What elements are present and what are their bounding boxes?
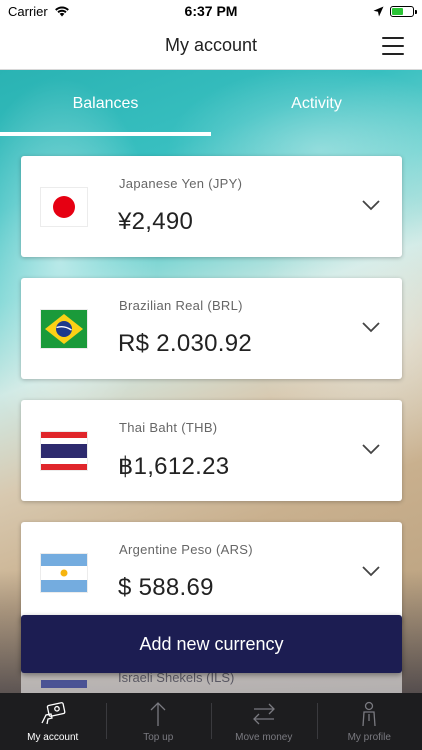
tab-balances[interactable]: Balances bbox=[0, 70, 211, 136]
currency-card-ars[interactable]: Argentine Peso (ARS) $ 588.69 bbox=[21, 522, 402, 623]
japan-flag-icon bbox=[41, 188, 87, 226]
status-time: 6:37 PM bbox=[184, 3, 238, 19]
chevron-down-icon[interactable] bbox=[362, 566, 380, 577]
chevron-down-icon[interactable] bbox=[362, 200, 380, 211]
tab-label: My profile bbox=[347, 732, 391, 743]
wallet-icon bbox=[38, 700, 68, 728]
currency-amount: $ 588.69 bbox=[118, 574, 214, 601]
currency-name: Brazilian Real (BRL) bbox=[119, 298, 243, 313]
currency-name: Thai Baht (THB) bbox=[119, 420, 218, 435]
thailand-flag-icon bbox=[41, 432, 87, 470]
currency-card-brl[interactable]: Brazilian Real (BRL) R$ 2.030.92 bbox=[21, 278, 402, 379]
tab-my-account[interactable]: My account bbox=[0, 693, 106, 750]
currency-name: Japanese Yen (JPY) bbox=[119, 176, 243, 191]
tab-move-money[interactable]: Move money bbox=[211, 693, 317, 750]
tab-my-profile[interactable]: My profile bbox=[316, 693, 422, 750]
argentina-flag-icon bbox=[41, 554, 87, 592]
chevron-down-icon[interactable] bbox=[362, 444, 380, 455]
currency-amount: ฿1,612.23 bbox=[118, 453, 230, 480]
bottom-tab-bar: My account Top up Move money My profile bbox=[0, 693, 422, 750]
status-bar: Carrier 6:37 PM bbox=[0, 0, 422, 22]
currency-amount: R$ 2.030.92 bbox=[118, 330, 253, 357]
currency-card-jpy[interactable]: Japanese Yen (JPY) ¥2,490 bbox=[21, 156, 402, 257]
carrier-label: Carrier bbox=[8, 3, 48, 19]
hamburger-menu-icon[interactable] bbox=[382, 37, 404, 55]
currency-card-thb[interactable]: Thai Baht (THB) ฿1,612.23 bbox=[21, 400, 402, 501]
location-arrow-icon bbox=[373, 6, 384, 16]
israel-flag-icon bbox=[41, 680, 87, 688]
balances-content[interactable]: Balances Activity Japanese Yen (JPY) ¥2,… bbox=[0, 70, 422, 693]
tab-activity[interactable]: Activity bbox=[211, 70, 422, 136]
tab-label: Move money bbox=[235, 732, 293, 743]
chevron-down-icon[interactable] bbox=[362, 322, 380, 333]
brazil-flag-icon bbox=[41, 310, 87, 348]
tab-label: Top up bbox=[143, 732, 174, 743]
arrow-up-icon bbox=[143, 700, 173, 728]
tab-label: My account bbox=[27, 732, 79, 743]
battery-level bbox=[392, 7, 403, 15]
tab-top-up[interactable]: Top up bbox=[105, 693, 212, 750]
nav-bar: My account bbox=[0, 22, 422, 70]
currency-amount: ¥2,490 bbox=[118, 208, 194, 235]
person-icon bbox=[354, 700, 384, 728]
currency-name: Argentine Peso (ARS) bbox=[119, 542, 253, 557]
battery-icon bbox=[390, 5, 417, 17]
wifi-icon bbox=[54, 6, 69, 17]
page-title: My account bbox=[164, 35, 258, 55]
segment-tabs: Balances Activity bbox=[0, 70, 422, 136]
add-currency-button[interactable]: Add new currency bbox=[21, 615, 402, 673]
transfer-icon bbox=[249, 700, 279, 728]
